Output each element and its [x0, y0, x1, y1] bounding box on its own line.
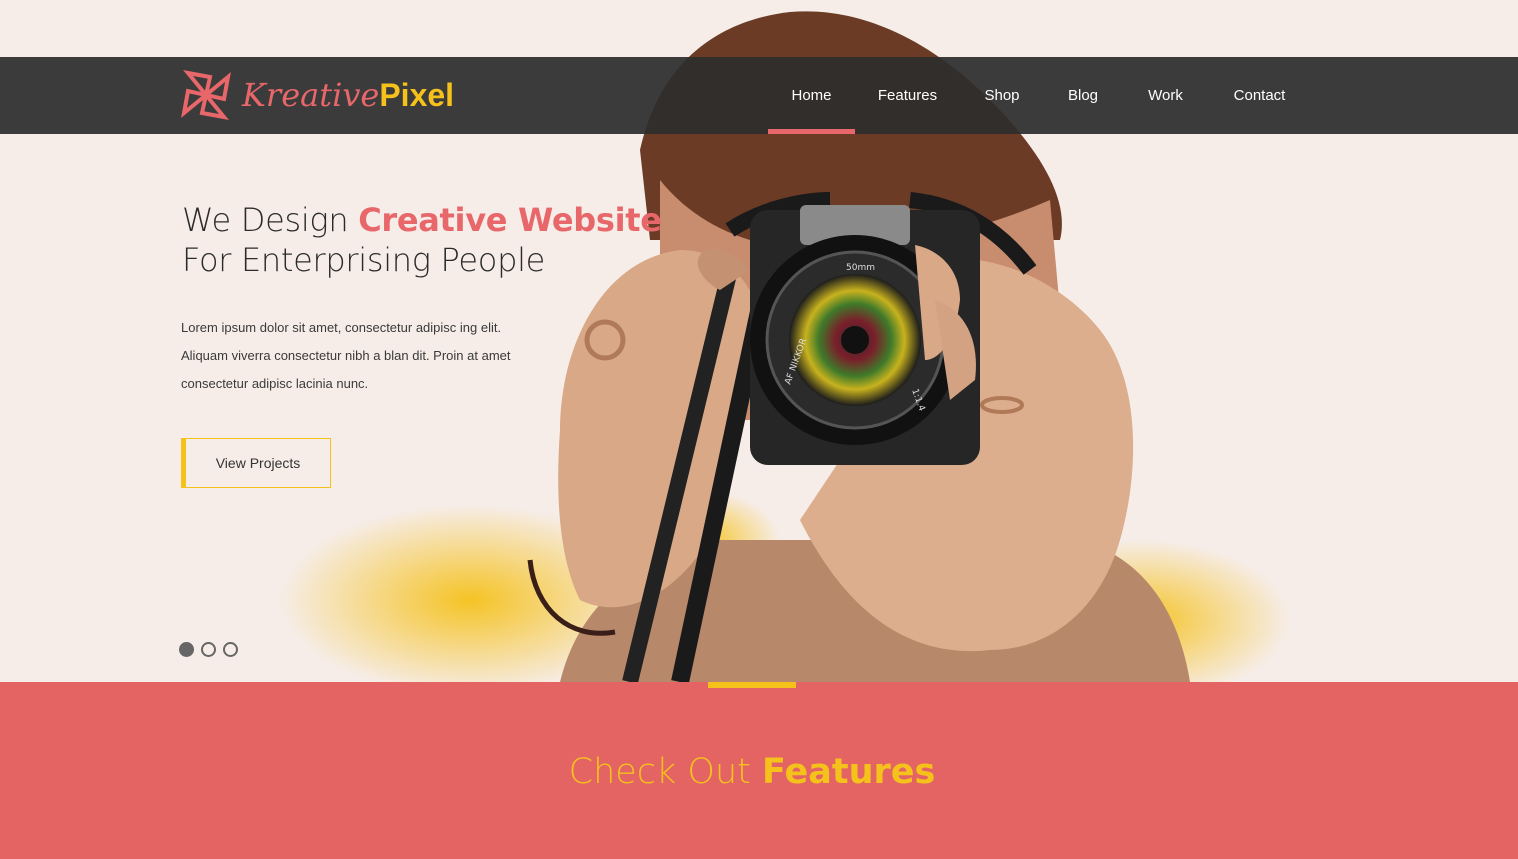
brand-name-bold: Pixel [379, 77, 455, 113]
nav-item-features[interactable]: Features [855, 57, 960, 134]
hero-body-line: Lorem ipsum dolor sit amet, consectetur … [181, 320, 502, 335]
view-projects-button[interactable]: View Projects [181, 438, 331, 488]
slider-dot-3[interactable] [223, 642, 238, 657]
headline-line2: For Enterprising People [182, 241, 546, 279]
nav-item-contact[interactable]: Contact [1209, 57, 1310, 134]
slider-pagination [179, 642, 238, 657]
lens-focal-text: 50mm [846, 263, 875, 273]
nav-item-work[interactable]: Work [1122, 57, 1209, 134]
hero-headline: We Design Creative Website For Enterpris… [182, 200, 662, 280]
pinwheel-logo-icon [181, 70, 231, 120]
brand-name: KreativePixel [242, 79, 454, 111]
hero-body-line: consectetur adipisc lacinia nunc. [181, 376, 369, 391]
slider-dot-2[interactable] [201, 642, 216, 657]
features-title: Check Out Features [0, 752, 1504, 792]
features-title-highlight: Features [762, 752, 936, 792]
nav-item-blog[interactable]: Blog [1044, 57, 1122, 134]
slider-dot-1[interactable] [179, 642, 194, 657]
brand-logo[interactable]: KreativePixel [180, 67, 454, 123]
top-navbar: KreativePixel Home Features Shop Blog Wo… [0, 57, 1518, 134]
features-title-plain: Check Out [568, 752, 763, 792]
headline-plain: We Design [182, 201, 359, 239]
nav-item-shop[interactable]: Shop [960, 57, 1044, 134]
hero-body-text: Lorem ipsum dolor sit amet, consectetur … [181, 314, 551, 398]
hero-body-line: Aliquam viverra consectetur nibh a blan … [181, 348, 511, 363]
headline-highlight: Creative Website [358, 201, 662, 239]
features-section: Check Out Features [0, 682, 1518, 859]
brand-name-script: Kreative [242, 76, 380, 114]
features-accent-tab [708, 682, 796, 688]
nav-item-home[interactable]: Home [768, 57, 855, 134]
main-menu: Home Features Shop Blog Work Contact [768, 57, 1310, 134]
